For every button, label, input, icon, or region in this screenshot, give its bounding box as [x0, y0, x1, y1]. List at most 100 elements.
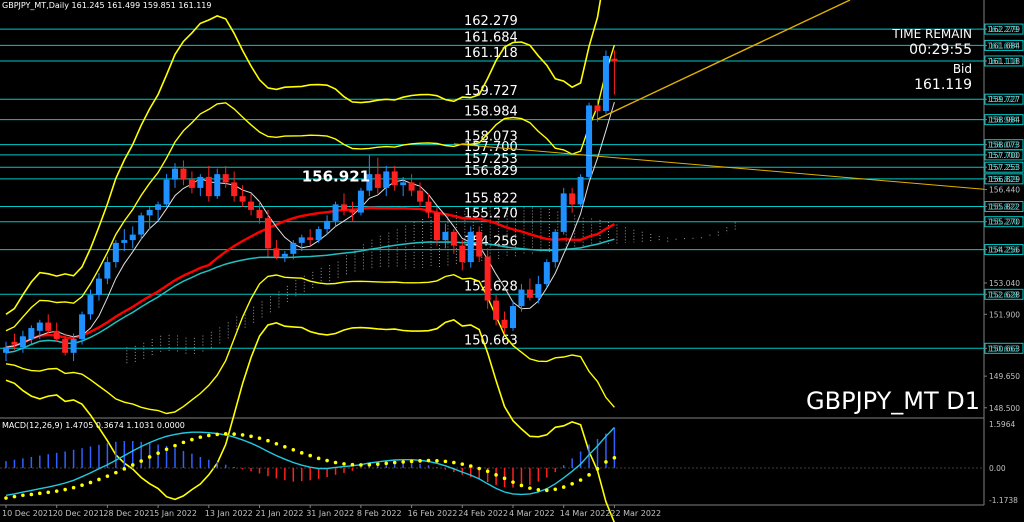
y-tick-label: 161.684 [989, 41, 1020, 50]
macd-signal-dot [511, 480, 515, 484]
macd-signal-dot [249, 434, 253, 439]
candle-body [281, 253, 288, 257]
macd-signal-dot [350, 462, 355, 467]
macd-signal-dot [4, 496, 8, 500]
macd-signal-dot [29, 492, 34, 497]
macd-signal-dot [595, 467, 600, 471]
macd-signal-dot [468, 464, 473, 468]
candle-body [146, 209, 153, 216]
macd-signal-dot [578, 478, 583, 482]
y-tick-label: 153.040 [989, 279, 1020, 288]
price-level-label: 161.118 [464, 46, 518, 61]
candle-body [315, 229, 322, 241]
macd-signal-dot [97, 477, 101, 482]
price-level-label: 155.822 [464, 192, 518, 207]
candle-body [552, 231, 559, 263]
candle-body [442, 231, 449, 241]
candle-body [535, 284, 542, 298]
macd-signal-dot [80, 483, 84, 487]
x-tick-label: 5 Jan 2022 [154, 509, 197, 518]
candle-body [188, 179, 195, 188]
macd-signal-dot [342, 462, 346, 466]
x-tick-label: 8 Feb 2022 [357, 509, 402, 518]
macd-signal-dot [561, 485, 566, 489]
y-tick-label: 162.279 [989, 25, 1020, 34]
candle-body [560, 193, 567, 232]
candle-body [526, 289, 533, 298]
macd-signal-dot [190, 437, 194, 442]
y-tick-label: 161.118 [989, 57, 1020, 66]
candle-body [112, 242, 119, 263]
macd-signal-dot [232, 432, 236, 436]
candle-body [374, 174, 381, 188]
candle-body [214, 174, 221, 197]
price-level-label: 162.279 [464, 14, 518, 29]
candle-body [408, 182, 415, 191]
macd-signal-dot [519, 483, 524, 488]
macd-signal-dot [325, 458, 329, 463]
macd-signal-dot [299, 451, 304, 455]
candle-body [256, 209, 263, 219]
candle-body [28, 328, 35, 340]
candle-body [19, 336, 26, 348]
macd-signal-dot [181, 440, 186, 445]
macd-signal-dot [63, 487, 67, 492]
macd-signal-dot [333, 460, 338, 465]
candle-body [400, 182, 407, 186]
macd-signal-dot [38, 491, 42, 496]
candle-body [332, 204, 339, 221]
candle-body [3, 347, 9, 353]
x-tick-label: 20 Dec 2021 [53, 509, 104, 518]
candle-body [543, 262, 550, 285]
macd-signal-dot [452, 460, 456, 465]
candle-body [569, 193, 576, 205]
macd-signal-dot [105, 474, 110, 478]
y-tick-label: 151.900 [989, 310, 1020, 319]
macd-signal-dot [545, 488, 549, 493]
candle-body [197, 176, 204, 188]
macd-signal-dot [443, 459, 448, 464]
y-tick-label: 155.822 [989, 203, 1020, 212]
price-annotation: 156.921 [302, 167, 370, 185]
macd-signal-dot [21, 493, 25, 498]
candle-body [138, 215, 145, 235]
candle-body [383, 171, 390, 188]
candle-body [417, 190, 424, 202]
bid-label: Bid [953, 62, 972, 76]
macd-signal-dot [460, 462, 465, 466]
candle-body [501, 319, 508, 329]
macd-signal-dot [257, 436, 262, 441]
macd-tick-label: 1.5964 [989, 420, 1015, 429]
candle-body [70, 339, 77, 353]
macd-signal-dot [485, 469, 490, 474]
chart-canvas[interactable]: 162.279161.684161.118159.727158.984158.0… [0, 0, 1024, 522]
macd-signal-dot [198, 435, 203, 439]
candle-body [53, 330, 60, 340]
x-tick-label: 10 Dec 2021 [2, 509, 53, 518]
macd-signal-dot [147, 455, 152, 459]
candle-body [248, 201, 255, 210]
macd-signal-dot [164, 447, 169, 452]
y-tick-label: 150.663 [989, 344, 1020, 353]
macd-signal-dot [401, 460, 405, 464]
macd-signal-dot [54, 489, 59, 493]
candle-body [450, 231, 457, 246]
macd-signal-dot [283, 444, 287, 449]
macd-signal-dot [376, 462, 380, 466]
y-tick-label: 149.650 [989, 372, 1020, 381]
x-tick-label: 21 Jan 2022 [256, 509, 304, 518]
candle-body [222, 174, 229, 183]
candle-body [577, 176, 584, 205]
candle-body [307, 237, 314, 241]
macd-signal-dot [570, 482, 574, 486]
y-tick-label: 156.440 [989, 186, 1020, 195]
candle-body [357, 190, 364, 213]
symbol-watermark: GBPJPY_MT D1 [806, 387, 980, 415]
macd-tick-label: 0.00 [989, 464, 1006, 473]
y-tick-label: 157.700 [989, 151, 1020, 160]
macd-signal-dot [173, 443, 177, 448]
macd-signal-dot [240, 433, 245, 437]
candle-body [264, 218, 271, 249]
macd-signal-dot [612, 456, 617, 460]
macd-signal-dot [367, 462, 372, 467]
